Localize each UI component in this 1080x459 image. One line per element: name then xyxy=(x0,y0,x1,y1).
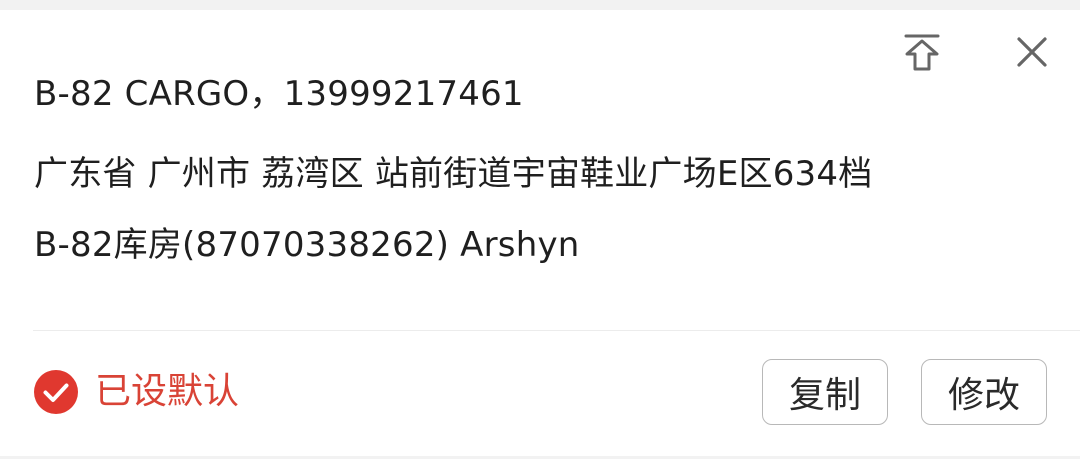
default-address-toggle[interactable]: 已设默认 xyxy=(33,369,239,415)
address-region-street: 广东省 广州市 荔湾区 站前街道宇宙鞋业广场E区634档 xyxy=(34,154,873,194)
edit-button[interactable]: 修改 xyxy=(921,359,1047,425)
address-detail: B-82库房(87070338262) Arshyn xyxy=(34,225,580,265)
close-button[interactable] xyxy=(1008,28,1056,76)
pin-to-top-button[interactable] xyxy=(898,30,946,76)
divider xyxy=(33,330,1080,331)
default-address-label: 已设默认 xyxy=(95,371,240,412)
check-circle-icon xyxy=(33,369,79,415)
copy-button[interactable]: 复制 xyxy=(762,359,888,425)
address-card: B-82 CARGO，13999217461 广东省 广州市 荔湾区 站前街道宇… xyxy=(0,10,1080,456)
close-icon xyxy=(1017,37,1047,67)
recipient-name-phone: B-82 CARGO，13999217461 xyxy=(34,74,524,114)
pin-to-top-icon xyxy=(904,34,940,71)
